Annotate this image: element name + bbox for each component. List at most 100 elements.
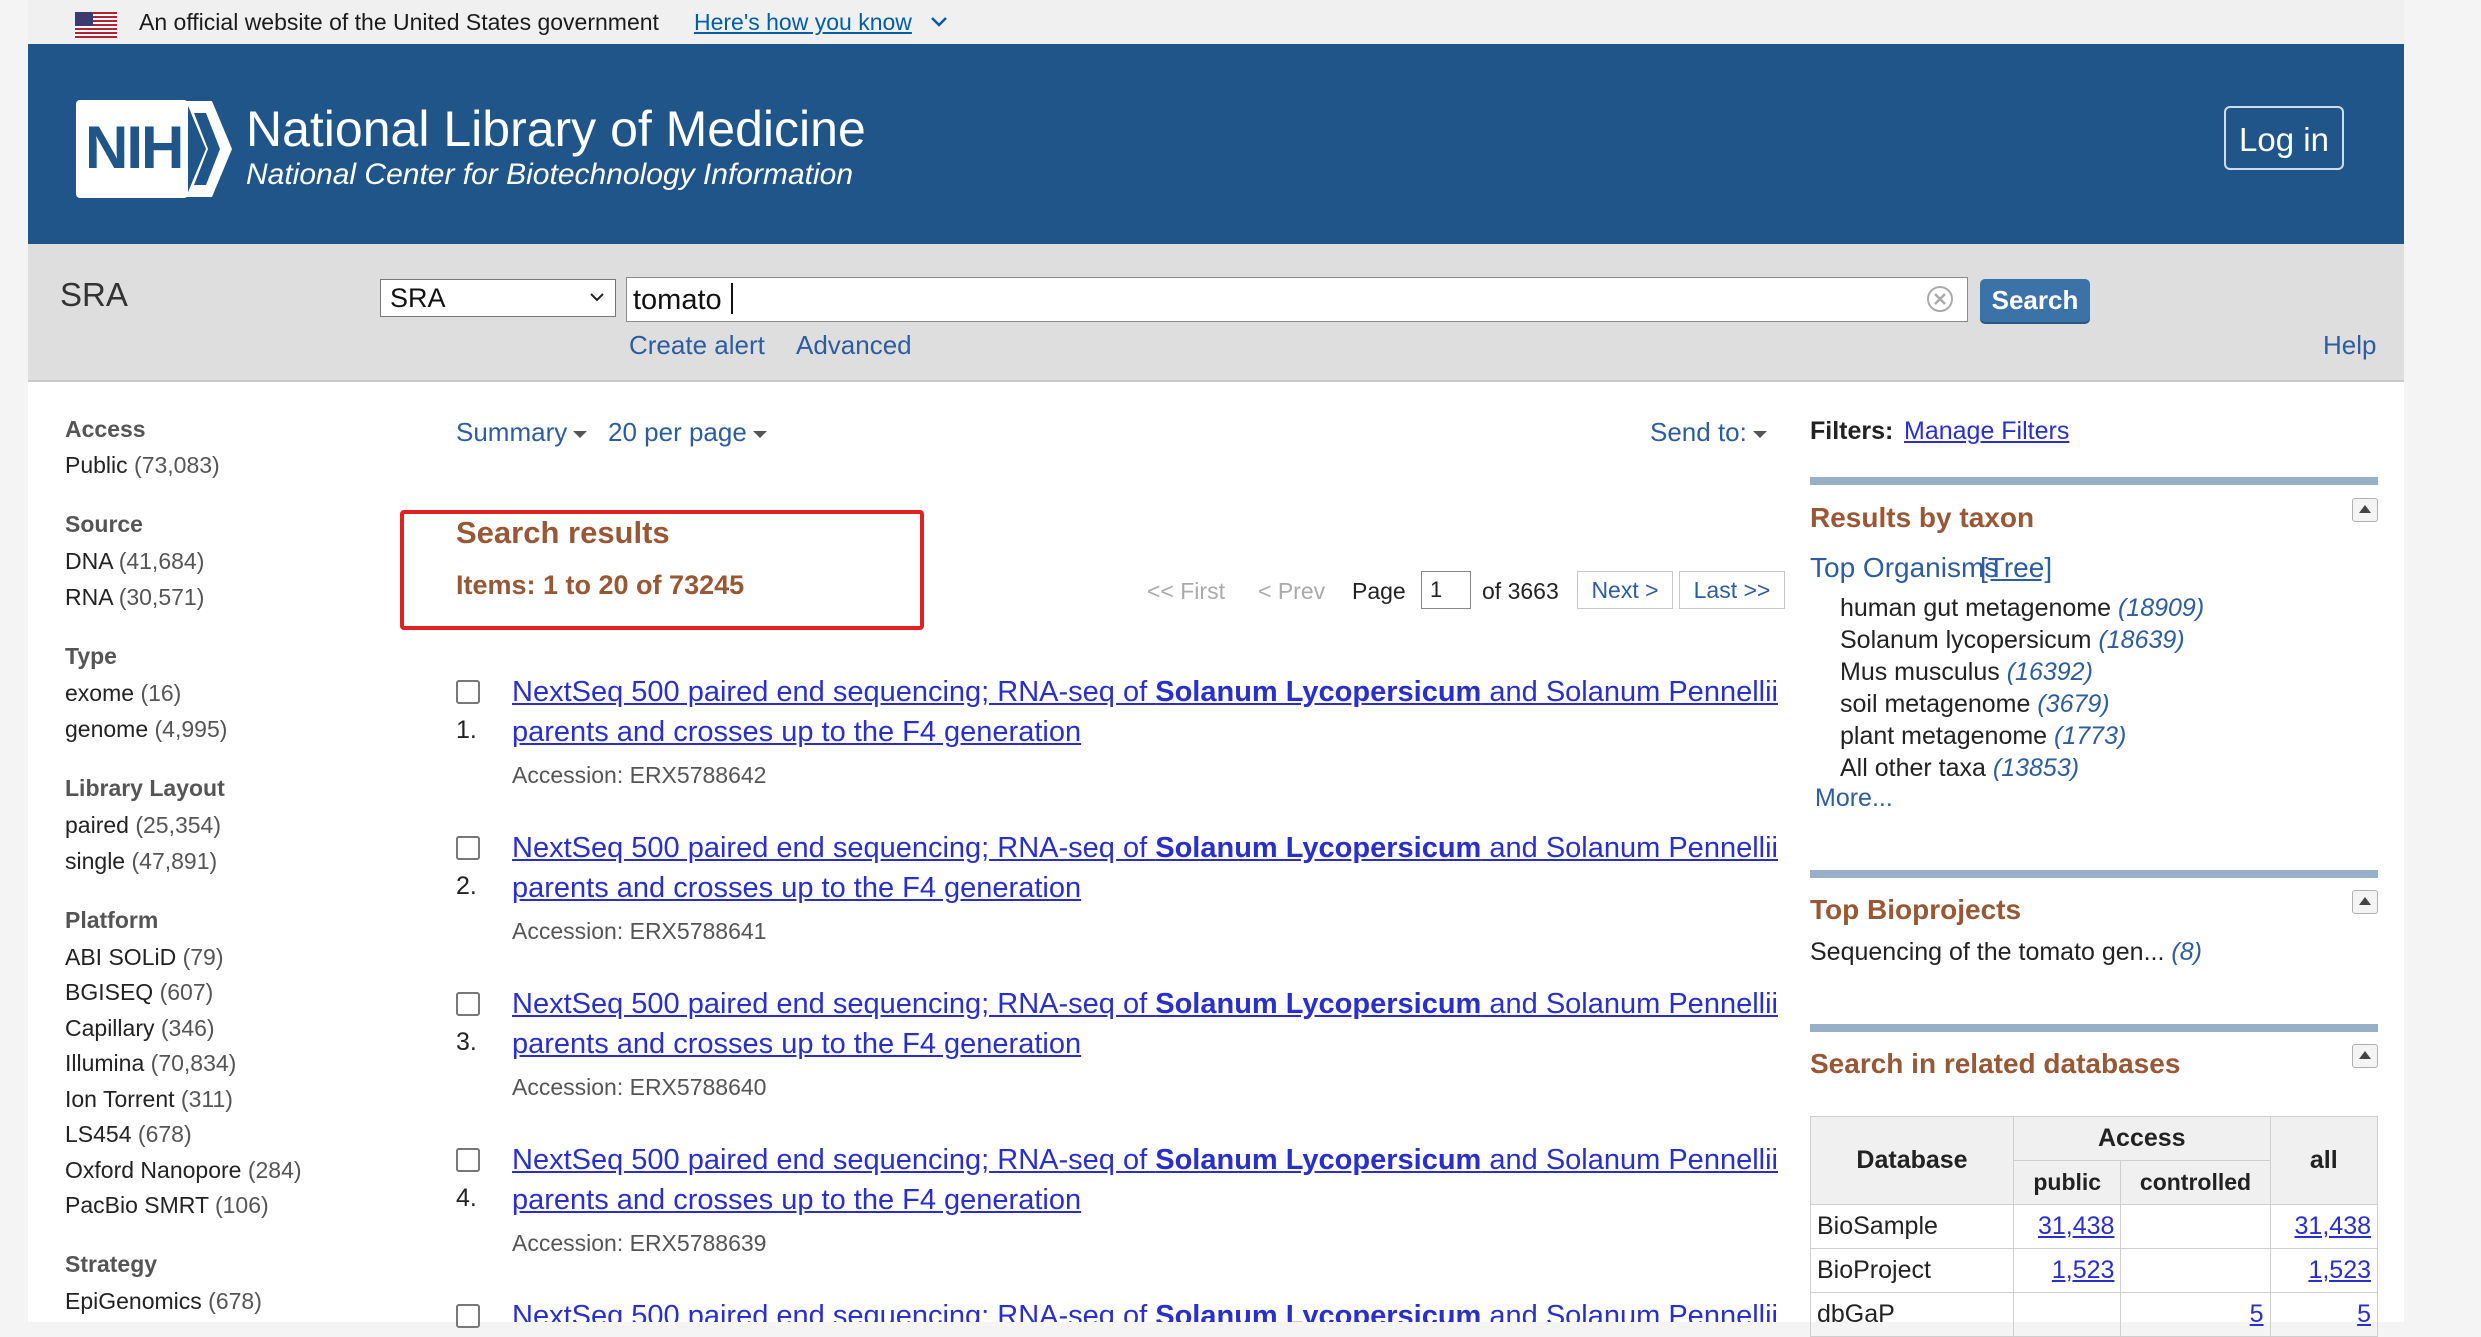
tree-link[interactable]: [Tree] (1980, 552, 2052, 584)
search-input-value: tomato (633, 284, 722, 316)
controlled-count-link[interactable]: 5 (2250, 1300, 2264, 1328)
manage-filters-link[interactable]: Manage Filters (1904, 417, 2069, 446)
filter-heading-source: Source (65, 511, 143, 537)
section-divider (1810, 870, 2378, 878)
page-total: of 3663 (1482, 578, 1559, 604)
filter-item-genome[interactable]: genome (4,995) (65, 716, 227, 743)
collapse-icon[interactable] (2352, 890, 2378, 914)
how-you-know-link[interactable]: Here's how you know (694, 9, 912, 36)
filter-item-ls454[interactable]: LS454 (678) (65, 1121, 192, 1148)
filter-item-epigenomics[interactable]: EpiGenomics (678) (65, 1288, 262, 1315)
all-count-link[interactable]: 5 (2357, 1300, 2371, 1328)
collapse-icon[interactable] (2352, 1044, 2378, 1068)
collapse-icon[interactable] (2352, 498, 2378, 522)
column-header-all: all (2269, 1116, 2379, 1205)
filter-heading-platform: Platform (65, 907, 159, 933)
filters-label: Filters: (1810, 417, 1894, 445)
result-checkbox[interactable] (456, 1148, 480, 1172)
create-alert-link[interactable]: Create alert (629, 330, 765, 361)
organism-item[interactable]: plant metagenome (1773) (1840, 722, 2126, 751)
result-accession: Accession: ERX5788640 (512, 1074, 767, 1100)
column-header-database: Database (1810, 1116, 2014, 1205)
database-label: SRA (60, 276, 128, 313)
filter-heading-library-layout: Library Layout (65, 775, 225, 801)
filter-item-dna[interactable]: DNA (41,684) (65, 548, 204, 575)
result-title-link[interactable]: NextSeq 500 paired end sequencing; RNA-s… (512, 984, 1832, 1064)
us-flag-icon (75, 12, 117, 38)
advanced-search-link[interactable]: Advanced (796, 330, 912, 361)
top-organisms-label: Top Organisms (1810, 552, 1999, 583)
public-count-link[interactable]: 31,438 (2038, 1212, 2114, 1240)
results-title: Search results (456, 515, 670, 550)
search-input[interactable] (626, 277, 1968, 322)
section-divider (1810, 1024, 2378, 1032)
table-row: BioProject 1,523 1,523 (1810, 1248, 2379, 1293)
column-header-controlled: controlled (2120, 1160, 2271, 1205)
chevron-down-icon[interactable] (930, 15, 948, 29)
site-subtitle: National Center for Biotechnology Inform… (246, 158, 854, 191)
result-checkbox[interactable] (456, 992, 480, 1016)
filter-item-paired[interactable]: paired (25,354) (65, 812, 221, 839)
result-number: 3. (456, 1028, 477, 1056)
organism-item[interactable]: soil metagenome (3679) (1840, 690, 2110, 719)
organism-item[interactable]: Mus musculus (16392) (1840, 658, 2093, 687)
organism-item[interactable]: Solanum lycopersicum (18639) (1840, 626, 2185, 655)
result-number: 1. (456, 716, 477, 744)
filter-item-single[interactable]: single (47,891) (65, 848, 217, 875)
gov-banner-text: An official website of the United States… (139, 9, 659, 35)
bioproject-item[interactable]: Sequencing of the tomato gen... (8) (1810, 938, 2202, 967)
filter-heading-type: Type (65, 643, 117, 669)
page-number-input[interactable]: 1 (1421, 571, 1471, 609)
more-organisms-link[interactable]: More... (1815, 784, 1893, 813)
help-link[interactable]: Help (2323, 330, 2376, 361)
clear-search-icon[interactable] (1926, 285, 1954, 313)
public-count-link[interactable]: 1,523 (2052, 1256, 2115, 1284)
result-checkbox[interactable] (456, 1304, 480, 1328)
result-checkbox[interactable] (456, 680, 480, 704)
filter-item-oxford-nanopore[interactable]: Oxford Nanopore (284) (65, 1157, 302, 1184)
text-caret (731, 283, 733, 314)
nih-logo-text: NIH (85, 114, 184, 181)
search-button[interactable]: Search (1980, 279, 2090, 322)
database-select-value: SRA (390, 283, 446, 313)
caret-down-icon (1752, 430, 1767, 438)
filter-heading-access: Access (65, 416, 146, 442)
filter-item-public[interactable]: Public (73,083) (65, 452, 220, 479)
results-by-taxon-heading: Results by taxon (1810, 502, 2035, 533)
all-count-link[interactable]: 1,523 (2308, 1256, 2371, 1284)
next-page-button[interactable]: Next > (1577, 571, 1673, 609)
column-header-public: public (2012, 1160, 2122, 1205)
filter-item-ion-torrent[interactable]: Ion Torrent (311) (65, 1086, 233, 1113)
column-header-access: Access (2013, 1116, 2271, 1161)
summary-format-dropdown[interactable]: Summary (456, 417, 588, 448)
login-button[interactable]: Log in (2224, 106, 2344, 170)
filter-item-exome[interactable]: exome (16) (65, 680, 181, 707)
site-title[interactable]: National Library of Medicine (246, 100, 866, 158)
filter-item-pacbio-smrt[interactable]: PacBio SMRT (106) (65, 1192, 269, 1219)
last-page-button[interactable]: Last >> (1679, 571, 1785, 609)
filter-item-abi-solid[interactable]: ABI SOLiD (79) (65, 944, 224, 971)
per-page-dropdown[interactable]: 20 per page (608, 417, 767, 448)
filter-item-rna[interactable]: RNA (30,571) (65, 584, 204, 611)
organism-item[interactable]: All other taxa (13853) (1840, 754, 2079, 783)
result-title-link[interactable]: NextSeq 500 paired end sequencing; RNA-s… (512, 1140, 1832, 1220)
all-count-link[interactable]: 31,438 (2295, 1212, 2371, 1240)
first-page-link[interactable]: << First (1147, 578, 1225, 605)
result-checkbox[interactable] (456, 836, 480, 860)
result-number: 2. (456, 872, 477, 900)
result-title-link[interactable]: NextSeq 500 paired end sequencing; RNA-s… (512, 672, 1832, 752)
result-title-link[interactable]: NextSeq 500 paired end sequencing; RNA-s… (512, 828, 1832, 908)
filter-heading-strategy: Strategy (65, 1251, 158, 1277)
result-title-link[interactable]: NextSeq 500 paired end sequencing; RNA-s… (512, 1296, 1832, 1322)
filter-item-illumina[interactable]: Illumina (70,834) (65, 1050, 236, 1077)
page-label: Page (1352, 578, 1406, 604)
filter-item-bgiseq[interactable]: BGISEQ (607) (65, 979, 213, 1006)
database-name: BioSample (1810, 1204, 2014, 1249)
database-name: dbGaP (1810, 1292, 2014, 1337)
filter-item-capillary[interactable]: Capillary (346) (65, 1015, 215, 1042)
result-accession: Accession: ERX5788639 (512, 1230, 767, 1256)
organism-item[interactable]: human gut metagenome (18909) (1840, 594, 2204, 623)
table-row: BioSample 31,438 31,438 (1810, 1204, 2379, 1249)
send-to-dropdown[interactable]: Send to: (1650, 417, 1767, 448)
prev-page-link[interactable]: < Prev (1258, 578, 1325, 605)
